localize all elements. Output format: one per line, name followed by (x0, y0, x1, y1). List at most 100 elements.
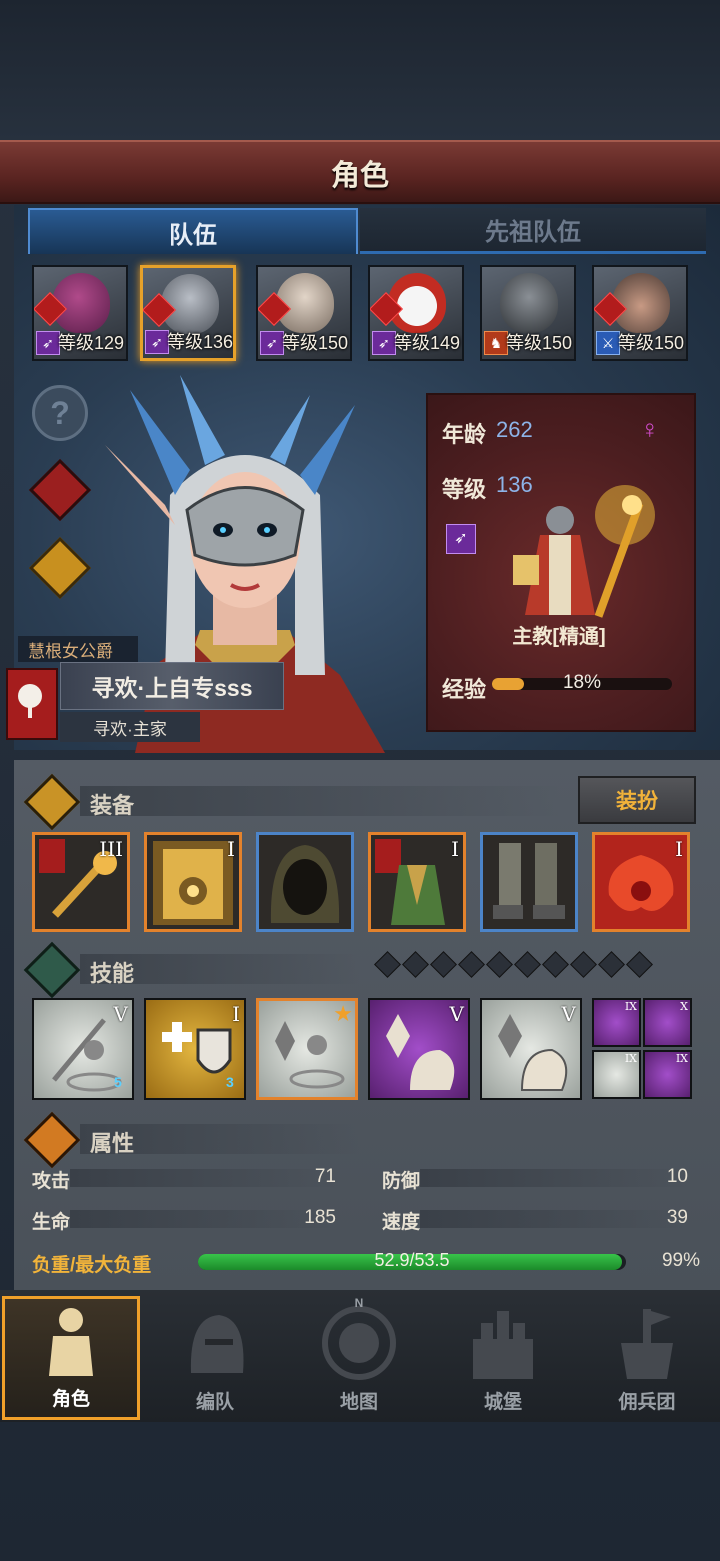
skill-point-pip (430, 951, 457, 978)
equipment-slot-book[interactable]: I (144, 832, 242, 932)
nav-label: 地图 (339, 1392, 378, 1413)
nav-castle[interactable]: 城堡 (434, 1296, 572, 1420)
castle-icon (473, 1311, 533, 1379)
equipment-tier: I (227, 837, 235, 861)
equipment-tier: I (451, 837, 459, 861)
skill-tier: X (680, 1000, 688, 1013)
speed-label: 速度 (382, 1212, 421, 1233)
skills-label: 技能 (90, 961, 135, 986)
mercenary-icon (621, 1309, 673, 1379)
passive-skill-3[interactable]: IX (592, 1050, 641, 1099)
equipment-strip (80, 786, 560, 816)
spear-icon: ➶ (446, 524, 476, 554)
class-name: 主教[精通] (512, 626, 606, 648)
passive-skill-1[interactable]: IX (592, 998, 641, 1047)
attack-label: 攻击 (32, 1171, 71, 1192)
skill-tier: V (449, 1002, 464, 1026)
house-banner-icon (6, 668, 58, 740)
compass-north: N (354, 1296, 364, 1310)
team-member-1[interactable]: ➶ 等级129 (32, 265, 128, 361)
equipment-slot-armor[interactable]: I (368, 832, 466, 932)
helmet-portrait (500, 273, 558, 333)
dress-up-button[interactable]: 装扮 (578, 776, 696, 824)
equipment-slot-boots[interactable] (480, 832, 578, 932)
skill-points (374, 951, 653, 978)
nav-mercenaries[interactable]: 佣兵团 (578, 1296, 716, 1420)
equipment-slot-weapon[interactable]: III (32, 832, 130, 932)
equipment-tier: I (675, 837, 683, 861)
nav-label: 城堡 (483, 1392, 522, 1413)
equipment-slot-head[interactable] (256, 832, 354, 932)
skill-badge: 5 (114, 1074, 122, 1090)
sword-icon: ⚔ (596, 331, 620, 355)
team-member-2[interactable]: ➶ 等级136 (140, 265, 236, 361)
skill-tier: V (113, 1002, 128, 1026)
passive-skill-2[interactable]: X (643, 998, 692, 1047)
skill-tier: I (232, 1002, 240, 1026)
equipment-label: 装备 (90, 793, 135, 818)
team-member-6[interactable]: ⚔ 等级150 (592, 265, 688, 361)
skill-slot-3[interactable]: ★ (256, 998, 358, 1100)
star-icon: ★ (333, 1001, 353, 1026)
load-percent: 99% (661, 1250, 700, 1271)
skill-slot-4[interactable]: V (368, 998, 470, 1100)
load-value: 52.9/53.5 (374, 1250, 450, 1270)
hp-label: 生命 (32, 1212, 71, 1233)
skill-slot-1[interactable]: V 5 (32, 998, 134, 1100)
noble-title: 慧根女公爵 (18, 636, 138, 662)
hero-level: 等级136 (167, 332, 234, 352)
skill-point-pip (570, 951, 597, 978)
helmet-icon (190, 1315, 244, 1373)
nav-map[interactable]: N 地图 (290, 1296, 428, 1420)
nav-label: 佣兵团 (618, 1392, 676, 1413)
skill-slot-5[interactable]: V (480, 998, 582, 1100)
nav-formation[interactable]: 编队 (146, 1296, 284, 1420)
page-title: 角色 (330, 160, 389, 192)
horse-icon: ♞ (484, 331, 508, 355)
speed-value: 39 (666, 1207, 688, 1228)
skill-point-pip (486, 951, 513, 978)
hero-level: 等级129 (58, 333, 125, 353)
help-button[interactable]: ? (32, 385, 88, 441)
tab-team[interactable]: 队伍 (28, 208, 358, 254)
defense-label: 防御 (382, 1171, 421, 1192)
skill-point-pip (402, 951, 429, 978)
skill-slot-2[interactable]: I 3 (144, 998, 246, 1100)
passive-skill-4[interactable]: IX (643, 1050, 692, 1099)
skill-point-pip (514, 951, 541, 978)
skill-badge: 3 (226, 1074, 234, 1090)
knight-icon (49, 1308, 93, 1376)
spear-icon: ➶ (260, 331, 284, 355)
age-label: 年龄 (442, 422, 487, 447)
spear-icon: ➶ (36, 331, 60, 355)
skill-tier: IX (624, 1000, 637, 1013)
hero-level: 等级150 (618, 333, 685, 353)
defense-value: 10 (666, 1166, 688, 1187)
age-value: 262 (496, 417, 533, 442)
tab-ancestor-team[interactable]: 先祖队伍 (360, 208, 706, 254)
attack-value: 71 (314, 1166, 336, 1187)
hero-level: 等级149 (394, 333, 461, 353)
skill-point-pip (626, 951, 653, 978)
team-member-4[interactable]: ➶ 等级149 (368, 265, 464, 361)
skill-point-pip (374, 951, 401, 978)
skill-point-pip (542, 951, 569, 978)
spear-icon: ➶ (145, 330, 169, 354)
nav-character[interactable]: 角色 (2, 1296, 140, 1420)
female-icon: ♀ (640, 414, 660, 444)
compass-icon (322, 1306, 396, 1380)
nav-label: 编队 (195, 1392, 234, 1413)
bishop-figure (513, 485, 655, 618)
load-label: 负重/最大负重 (32, 1255, 152, 1276)
team-member-3[interactable]: ➶ 等级150 (256, 265, 352, 361)
equipment-slot-amulet[interactable]: I (592, 832, 690, 932)
level-label: 等级 (442, 477, 487, 502)
xp-percent: 18% (562, 672, 602, 693)
nav-label: 角色 (51, 1389, 90, 1410)
skill-tier: IX (675, 1052, 688, 1065)
skill-point-pip (458, 951, 485, 978)
team-member-5[interactable]: ♞ 等级150 (480, 265, 576, 361)
character-name[interactable]: 寻欢·上自专sss (60, 662, 284, 710)
hp-value: 185 (304, 1207, 336, 1228)
help-icon: ? (50, 394, 70, 431)
